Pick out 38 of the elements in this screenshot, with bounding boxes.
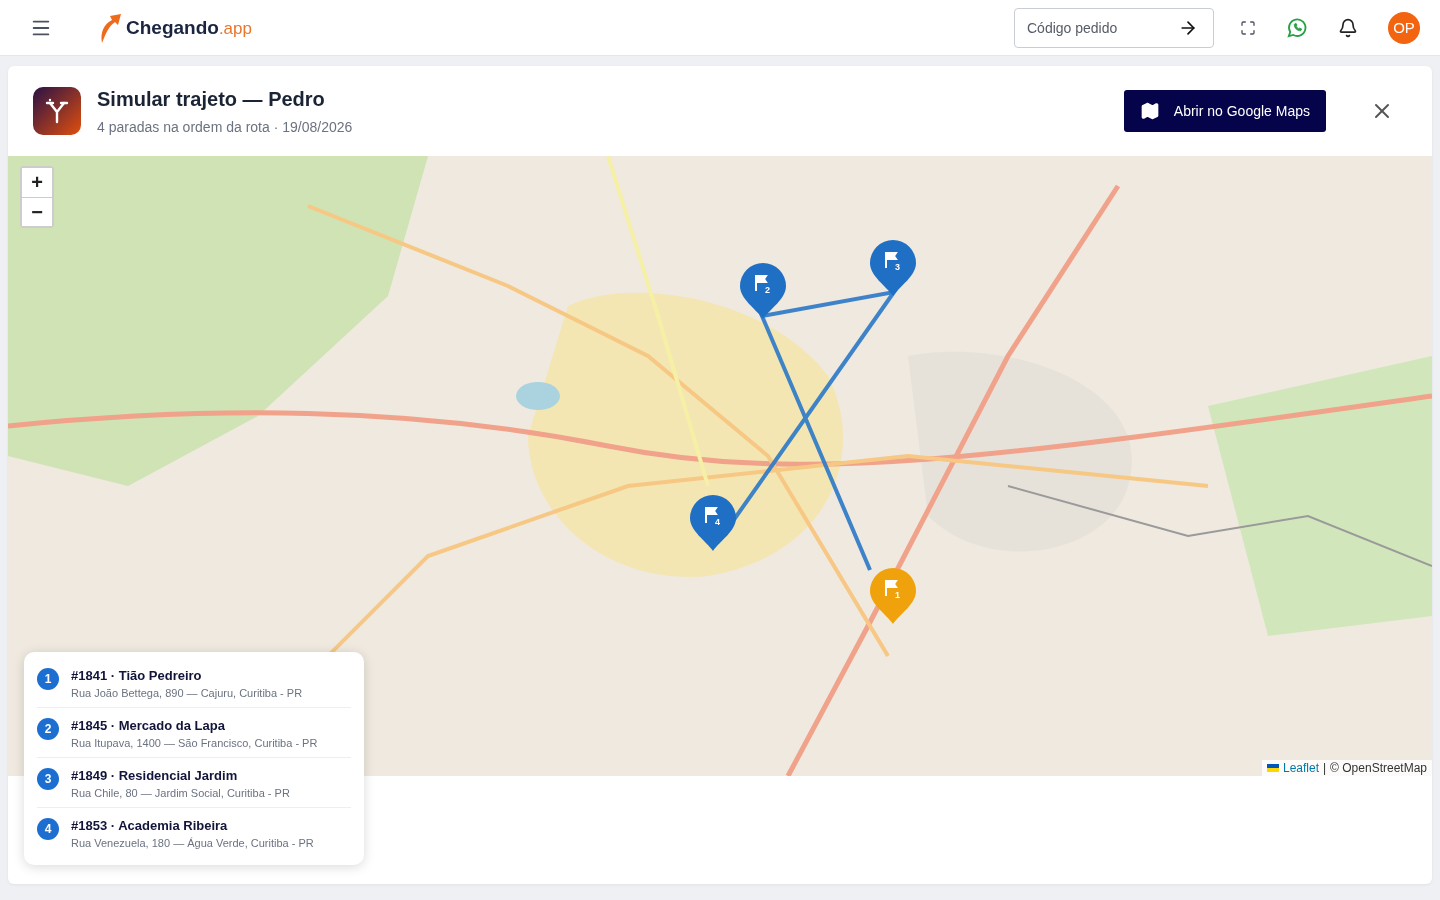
notifications-button[interactable] bbox=[1338, 17, 1358, 38]
stop-address: Rua Itupava, 1400 — São Francisco, Curitiba - PR bbox=[71, 737, 318, 749]
map-pin[interactable] bbox=[738, 261, 788, 321]
map-pin[interactable] bbox=[688, 493, 738, 553]
order-search-field[interactable]: Código pedido bbox=[1014, 7, 1214, 48]
leaflet-link[interactable]: Leaflet bbox=[1266, 761, 1319, 775]
whatsapp-icon[interactable] bbox=[1286, 16, 1308, 39]
pin-number: 3 bbox=[895, 262, 900, 272]
pin-number: 2 bbox=[765, 285, 770, 295]
flag-icon bbox=[885, 579, 898, 597]
flag-icon bbox=[705, 506, 718, 524]
stop-title: #1853 · Academia Ribeira bbox=[71, 818, 229, 833]
flag-icon bbox=[885, 251, 898, 269]
pin-number: 1 bbox=[895, 590, 900, 600]
map-pin[interactable] bbox=[868, 238, 918, 298]
dialog-title: Simular trajeto — Pedro bbox=[97, 87, 326, 111]
attribution-text: © OpenStreetMap bbox=[1330, 761, 1427, 775]
zoom-out-button[interactable]: − bbox=[22, 197, 52, 226]
stop-number: 3 bbox=[37, 768, 59, 790]
dialog-subtitle: 4 paradas na ordem da rota · 19/08/2026 bbox=[97, 118, 354, 135]
stop-address: Rua Venezuela, 180 — Água Verde, Curitiba - PR bbox=[71, 837, 314, 849]
attribution-separator: | bbox=[1323, 761, 1327, 775]
stop-title: #1845 · Mercado da Lapa bbox=[71, 718, 226, 733]
flag-icon bbox=[1266, 764, 1279, 772]
logo-suffix: .app bbox=[218, 18, 252, 39]
route-split-icon bbox=[33, 87, 81, 135]
stop-title: #1841 · Tião Pedreiro bbox=[71, 668, 203, 683]
stop-number: 4 bbox=[37, 818, 59, 840]
fullscreen-button[interactable] bbox=[1240, 19, 1256, 36]
map-icon bbox=[1139, 101, 1160, 121]
flag-icon bbox=[755, 274, 768, 292]
stop-address: Rua Chile, 80 — Jardim Social, Curitiba - PR bbox=[71, 787, 290, 799]
open-google-maps-button[interactable]: Abrir no Google Maps bbox=[1123, 90, 1326, 132]
stop-number: 1 bbox=[37, 668, 59, 690]
stop-address: Rua João Bettega, 890 — Cajuru, Curitiba - PR bbox=[71, 687, 303, 699]
pin-number: 4 bbox=[715, 517, 720, 527]
logo-text: Chegando bbox=[126, 16, 219, 39]
stop-number: 2 bbox=[37, 718, 59, 740]
